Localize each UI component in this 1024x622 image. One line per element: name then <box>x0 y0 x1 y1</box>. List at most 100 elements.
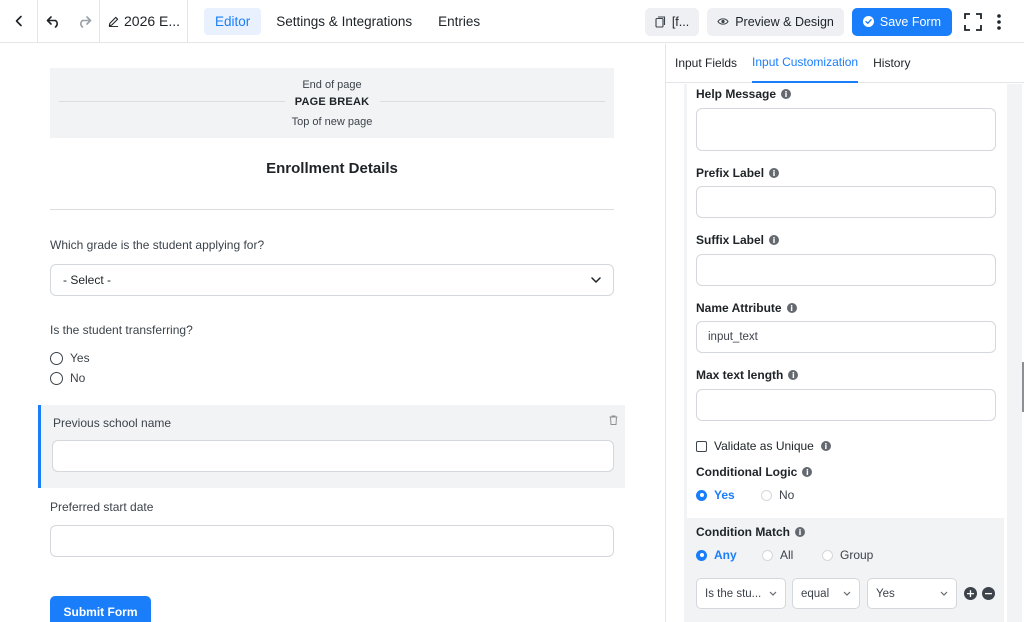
more-options-button[interactable] <box>988 11 1010 33</box>
condition-match-any[interactable]: Any <box>696 548 737 562</box>
tab-history[interactable]: History <box>873 44 910 83</box>
chevron-down-icon <box>843 591 851 596</box>
shortcode-label: [f... <box>671 14 690 29</box>
conditional-logic-yes[interactable]: Yes <box>696 488 735 502</box>
condition-value-select[interactable]: Yes <box>867 578 957 609</box>
conditional-logic-label-text: Conditional Logic <box>696 465 798 479</box>
toolbar-actions: [f... Preview & Design Save Form <box>644 0 1024 43</box>
condition-field-select[interactable]: Is the stu... <box>696 578 786 609</box>
name-attribute-input[interactable]: input_text <box>696 321 996 353</box>
redo-button[interactable] <box>69 0 100 43</box>
suffix-label-text: Suffix Label <box>696 233 765 247</box>
preview-label: Preview & Design <box>735 14 834 29</box>
chevron-down-icon <box>591 277 601 283</box>
radio-button[interactable] <box>50 351 63 365</box>
info-icon[interactable]: i <box>769 235 780 245</box>
suffix-label-label: Suffix Label i <box>696 233 780 247</box>
pencil-icon <box>108 16 119 27</box>
kebab-menu-icon <box>997 13 1001 30</box>
info-icon[interactable]: i <box>786 303 797 313</box>
condition-operator-value: equal <box>801 587 830 600</box>
main-tabs: Editor Settings & Integrations Entries <box>204 7 491 35</box>
info-icon[interactable]: i <box>781 89 792 99</box>
radio-button[interactable] <box>50 371 63 385</box>
save-form-button[interactable]: Save Form <box>851 7 952 36</box>
section-title: Enrollment Details <box>266 160 398 177</box>
start-date-label: Preferred start date <box>50 500 154 514</box>
name-attribute-label: Name Attribute i <box>696 301 797 315</box>
suffix-label-input[interactable] <box>696 254 996 286</box>
tab-settings-integrations[interactable]: Settings & Integrations <box>265 8 423 35</box>
transfer-option-no[interactable]: No <box>50 371 85 385</box>
condition-operator-select[interactable]: equal <box>792 578 860 609</box>
max-length-input[interactable] <box>696 389 996 421</box>
start-date-input[interactable] <box>50 525 614 557</box>
save-form-label: Save Form <box>879 14 941 29</box>
previous-school-input[interactable] <box>52 440 614 472</box>
info-icon[interactable]: i <box>769 168 780 178</box>
radio-selected[interactable] <box>696 549 707 561</box>
undo-button[interactable] <box>38 0 69 43</box>
undo-icon <box>46 15 58 28</box>
max-length-label-text: Max text length <box>696 368 784 382</box>
eye-icon <box>717 18 729 25</box>
form-title[interactable]: 2026 E... <box>100 0 188 43</box>
name-attribute-label-text: Name Attribute <box>696 301 782 315</box>
prefix-label-text: Prefix Label <box>696 166 765 180</box>
previous-school-field[interactable]: Previous school name <box>38 405 625 488</box>
condition-match-all[interactable]: All <box>762 548 793 562</box>
tab-entries[interactable]: Entries <box>427 8 491 35</box>
max-length-label: Max text length i <box>696 368 799 382</box>
prefix-label-label: Prefix Label i <box>696 166 780 180</box>
validate-unique-checkbox[interactable] <box>696 440 707 452</box>
preview-design-button[interactable]: Preview & Design <box>707 7 844 36</box>
help-message-label: Help Message i <box>696 87 792 101</box>
condition-match-all-label: All <box>780 548 794 562</box>
info-icon[interactable]: i <box>794 527 805 537</box>
trash-icon <box>609 415 618 425</box>
transfer-option-yes[interactable]: Yes <box>50 351 90 365</box>
fullscreen-button[interactable] <box>962 11 984 33</box>
transfer-option-label: Yes <box>70 351 90 365</box>
info-icon[interactable]: i <box>788 370 799 380</box>
chevron-left-icon <box>15 15 22 27</box>
shortcode-button[interactable]: [f... <box>644 7 700 36</box>
grade-question-label: Which grade is the student applying for? <box>50 238 265 252</box>
condition-match-section: Condition Match i Any All Group Is the s… <box>687 518 1004 622</box>
condition-match-group[interactable]: Group <box>822 548 873 562</box>
chevron-down-icon <box>940 591 948 596</box>
remove-condition-button[interactable]: − <box>982 587 995 600</box>
delete-field-button[interactable] <box>609 413 618 428</box>
tab-input-fields[interactable]: Input Fields <box>675 44 737 83</box>
help-message-label-text: Help Message <box>696 87 777 101</box>
conditional-logic-no[interactable]: No <box>761 488 794 502</box>
radio-selected[interactable] <box>696 489 707 501</box>
validate-unique-option[interactable]: Validate as Unique i <box>696 439 831 453</box>
grade-select[interactable]: - Select - <box>50 264 614 296</box>
check-circle-icon <box>862 16 874 27</box>
previous-school-label: Previous school name <box>53 416 172 430</box>
back-button[interactable] <box>0 0 38 43</box>
panel-tabs: Input Fields Input Customization History <box>666 44 1024 83</box>
transfer-option-label: No <box>70 371 86 385</box>
add-condition-button[interactable]: + <box>964 587 977 600</box>
prefix-label-input[interactable] <box>696 186 996 218</box>
radio-unselected[interactable] <box>762 549 773 561</box>
submit-form-button[interactable]: Submit Form <box>50 596 151 622</box>
radio-unselected[interactable] <box>822 549 833 561</box>
help-message-textarea[interactable] <box>696 108 996 151</box>
radio-unselected[interactable] <box>761 489 772 501</box>
conditional-logic-no-label: No <box>779 488 795 502</box>
page-break-block[interactable]: End of page PAGE BREAK Top of new page <box>50 68 614 138</box>
settings-panel: Input Fields Input Customization History… <box>665 44 1024 622</box>
section-divider <box>50 209 614 210</box>
form-canvas: End of page PAGE BREAK Top of new page E… <box>0 44 665 622</box>
conditional-logic-label: Conditional Logic i <box>696 465 813 479</box>
tab-input-customization[interactable]: Input Customization <box>752 44 859 83</box>
info-icon[interactable]: i <box>802 467 813 477</box>
tab-editor[interactable]: Editor <box>204 7 262 35</box>
plus-icon: + <box>965 587 976 600</box>
top-of-new-page-label: Top of new page <box>291 116 373 128</box>
info-icon[interactable]: i <box>820 441 831 451</box>
copy-icon <box>655 15 665 28</box>
